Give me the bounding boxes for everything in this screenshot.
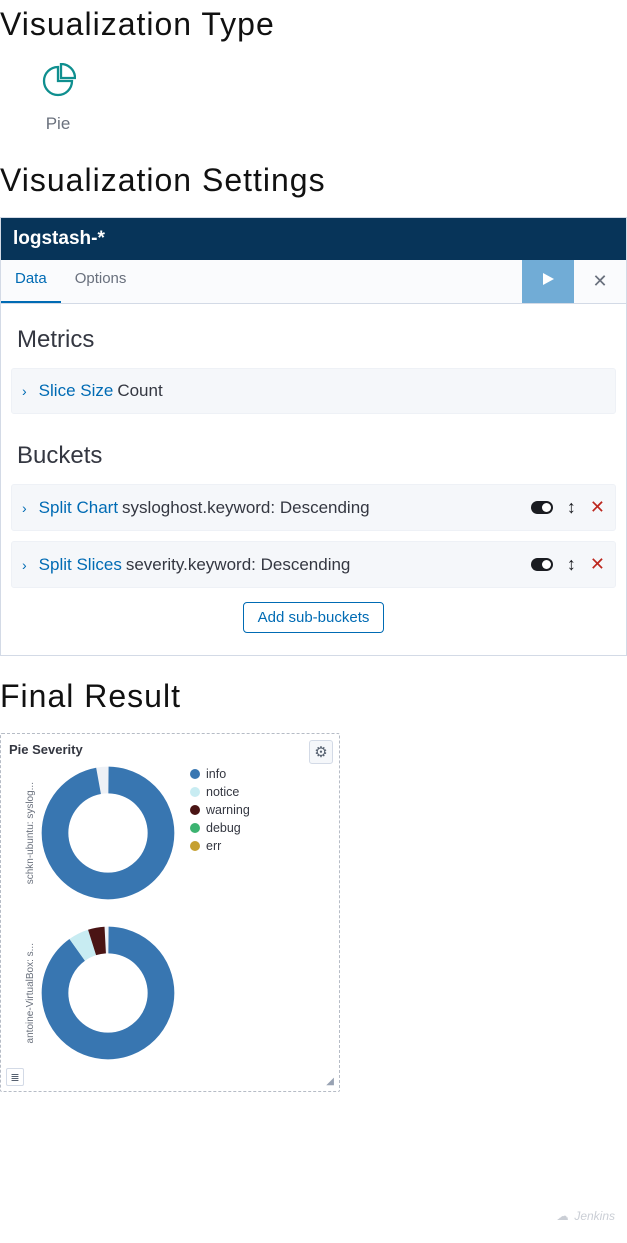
panel-body: Metrics › Slice Size Count Buckets › Spl…	[1, 304, 626, 655]
add-sub-buckets-button[interactable]: Add sub-buckets	[243, 602, 385, 633]
heading-final-result: Final Result	[0, 678, 627, 715]
enable-toggle[interactable]	[531, 558, 553, 571]
donut-chart	[38, 923, 178, 1063]
enable-toggle[interactable]	[531, 501, 553, 514]
legend-item[interactable]: notice	[190, 785, 250, 799]
chart-row-label: antoine-VirtualBox: s...	[25, 943, 36, 1043]
pie-chart-icon	[40, 86, 76, 103]
close-icon: ✕	[592, 271, 607, 292]
legend: info notice warning debug err	[190, 763, 250, 1063]
metric-label[interactable]: Slice Size	[39, 381, 114, 401]
legend-label: info	[206, 767, 226, 781]
legend-label: debug	[206, 821, 241, 835]
vis-type-card[interactable]: Pie	[28, 63, 88, 134]
gear-icon: ⚙	[314, 743, 327, 761]
result-panel: Pie Severity ⚙ schkn-ubuntu: syslog... a…	[0, 733, 340, 1092]
tab-data[interactable]: Data	[1, 260, 61, 303]
legend-item[interactable]: err	[190, 839, 250, 853]
remove-button[interactable]: ✕	[590, 497, 605, 518]
heading-vis-settings: Visualization Settings	[0, 162, 627, 199]
legend-label: warning	[206, 803, 250, 817]
donut-chart	[38, 763, 178, 903]
play-icon	[540, 271, 556, 292]
apply-button[interactable]	[522, 260, 574, 303]
bucket-desc: severity.keyword: Descending	[126, 555, 351, 575]
legend-item[interactable]: debug	[190, 821, 250, 835]
legend-swatch	[190, 769, 200, 779]
legend-swatch	[190, 841, 200, 851]
chart-row: antoine-VirtualBox: s...	[25, 923, 178, 1063]
resize-handle[interactable]: ◢	[326, 1076, 334, 1087]
chevron-right-icon[interactable]: ›	[22, 383, 27, 399]
drag-handle-icon[interactable]: ↕	[567, 497, 576, 518]
remove-button[interactable]: ✕	[590, 554, 605, 575]
bucket-desc: sysloghost.keyword: Descending	[122, 498, 370, 518]
bucket-row: › Split Slices severity.keyword: Descend…	[11, 541, 616, 588]
drag-handle-icon[interactable]: ↕	[567, 554, 576, 575]
discard-button[interactable]: ✕	[574, 260, 626, 303]
tab-options[interactable]: Options	[61, 260, 141, 303]
wechat-icon: ☁	[556, 1209, 568, 1223]
result-title: Pie Severity	[9, 742, 331, 757]
legend-swatch	[190, 823, 200, 833]
chart-row: schkn-ubuntu: syslog...	[25, 763, 178, 903]
list-icon: ≣	[10, 1071, 19, 1084]
watermark: ☁ Jenkins	[556, 1209, 615, 1223]
metrics-section-title: Metrics	[17, 326, 610, 354]
legend-label: notice	[206, 785, 239, 799]
data-table-button[interactable]: ≣	[6, 1068, 24, 1086]
legend-item[interactable]: info	[190, 767, 250, 781]
bucket-label[interactable]: Split Chart	[39, 498, 118, 518]
vis-type-label: Pie	[28, 114, 88, 134]
legend-swatch	[190, 805, 200, 815]
bucket-row: › Split Chart sysloghost.keyword: Descen…	[11, 484, 616, 531]
chevron-right-icon[interactable]: ›	[22, 500, 27, 516]
chevron-right-icon[interactable]: ›	[22, 557, 27, 573]
legend-label: err	[206, 839, 221, 853]
settings-panel: logstash-* Data Options ✕ Metrics › Slic…	[0, 217, 627, 656]
legend-swatch	[190, 787, 200, 797]
chart-row-label: schkn-ubuntu: syslog...	[25, 782, 36, 884]
index-pattern-header[interactable]: logstash-*	[1, 218, 626, 260]
close-icon: ✕	[590, 497, 605, 518]
heading-vis-type: Visualization Type	[0, 6, 627, 43]
metric-row: › Slice Size Count	[11, 368, 616, 414]
bucket-label[interactable]: Split Slices	[39, 555, 122, 575]
close-icon: ✕	[590, 554, 605, 575]
legend-item[interactable]: warning	[190, 803, 250, 817]
settings-button[interactable]: ⚙	[309, 740, 333, 764]
buckets-section-title: Buckets	[17, 442, 610, 470]
tabs-row: Data Options ✕	[1, 260, 626, 304]
metric-desc: Count	[117, 381, 162, 401]
